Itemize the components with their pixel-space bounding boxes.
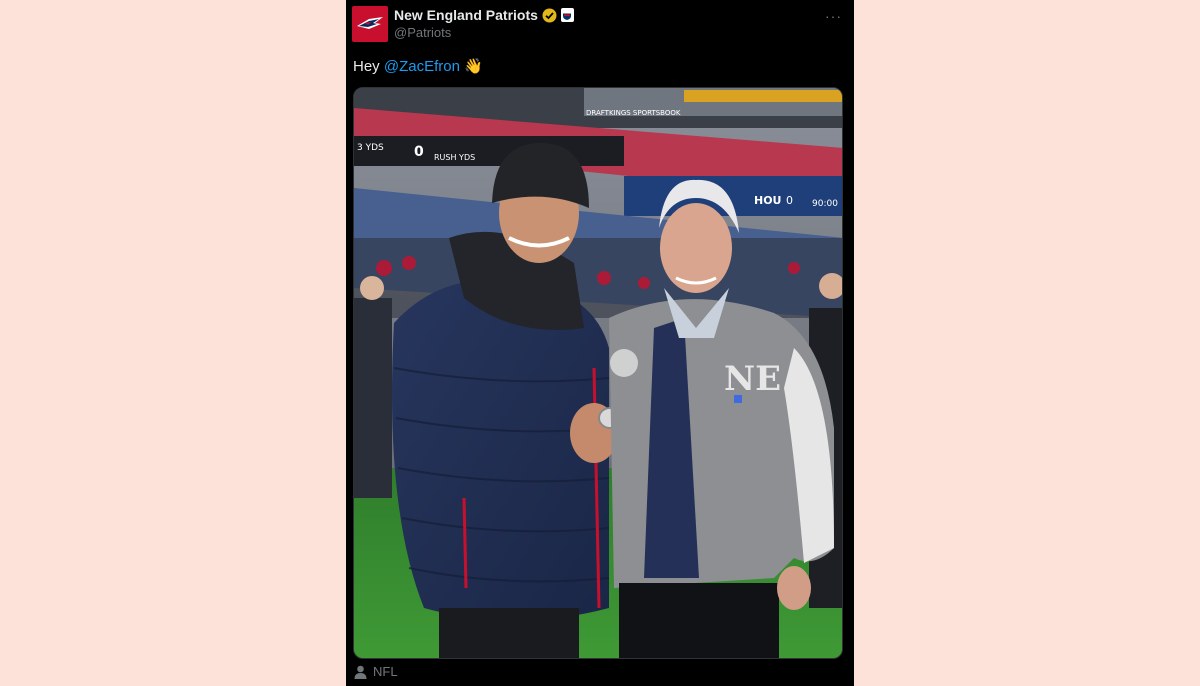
scoreboard-hou: HOU [754, 194, 782, 207]
scoreboard-rush: RUSH YDS [434, 153, 475, 162]
post-text: Hey @ZacEfron 👋 [353, 57, 483, 75]
more-options-icon[interactable]: ··· [825, 8, 842, 24]
waving-hand-icon: 👋 [464, 58, 483, 75]
affiliation-footer[interactable]: NFL [354, 664, 398, 679]
mention-link[interactable]: @ZacEfron [384, 58, 460, 75]
jacket-letters: NE [724, 359, 781, 399]
account-handle[interactable]: @Patriots [394, 25, 451, 40]
scoreboard-score: 0 [414, 144, 424, 160]
footer-label[interactable]: NFL [373, 664, 398, 679]
nfl-shield-icon[interactable] [560, 8, 574, 22]
sponsor-sign: DRAFTKINGS SPORTSBOOK [586, 109, 681, 117]
scoreboard-hou-score: 0 [786, 194, 793, 207]
post-text-prefix: Hey [353, 58, 384, 75]
post-card: New England Patriots @Patriots ··· Hey @… [346, 0, 854, 686]
verified-badge-icon [542, 8, 557, 23]
account-name-row[interactable]: New England Patriots [394, 7, 574, 23]
person-icon [354, 665, 367, 679]
account-display-name[interactable]: New England Patriots [394, 7, 538, 23]
post-photo[interactable]: 3 YDS 0 RUSH YDS DRAFTKINGS SPORTSBOOK H… [353, 87, 843, 659]
patriots-logo-icon[interactable] [352, 6, 388, 42]
scoreboard-left: 3 YDS [357, 143, 384, 153]
scoreboard-time: 90:00 [812, 199, 838, 209]
